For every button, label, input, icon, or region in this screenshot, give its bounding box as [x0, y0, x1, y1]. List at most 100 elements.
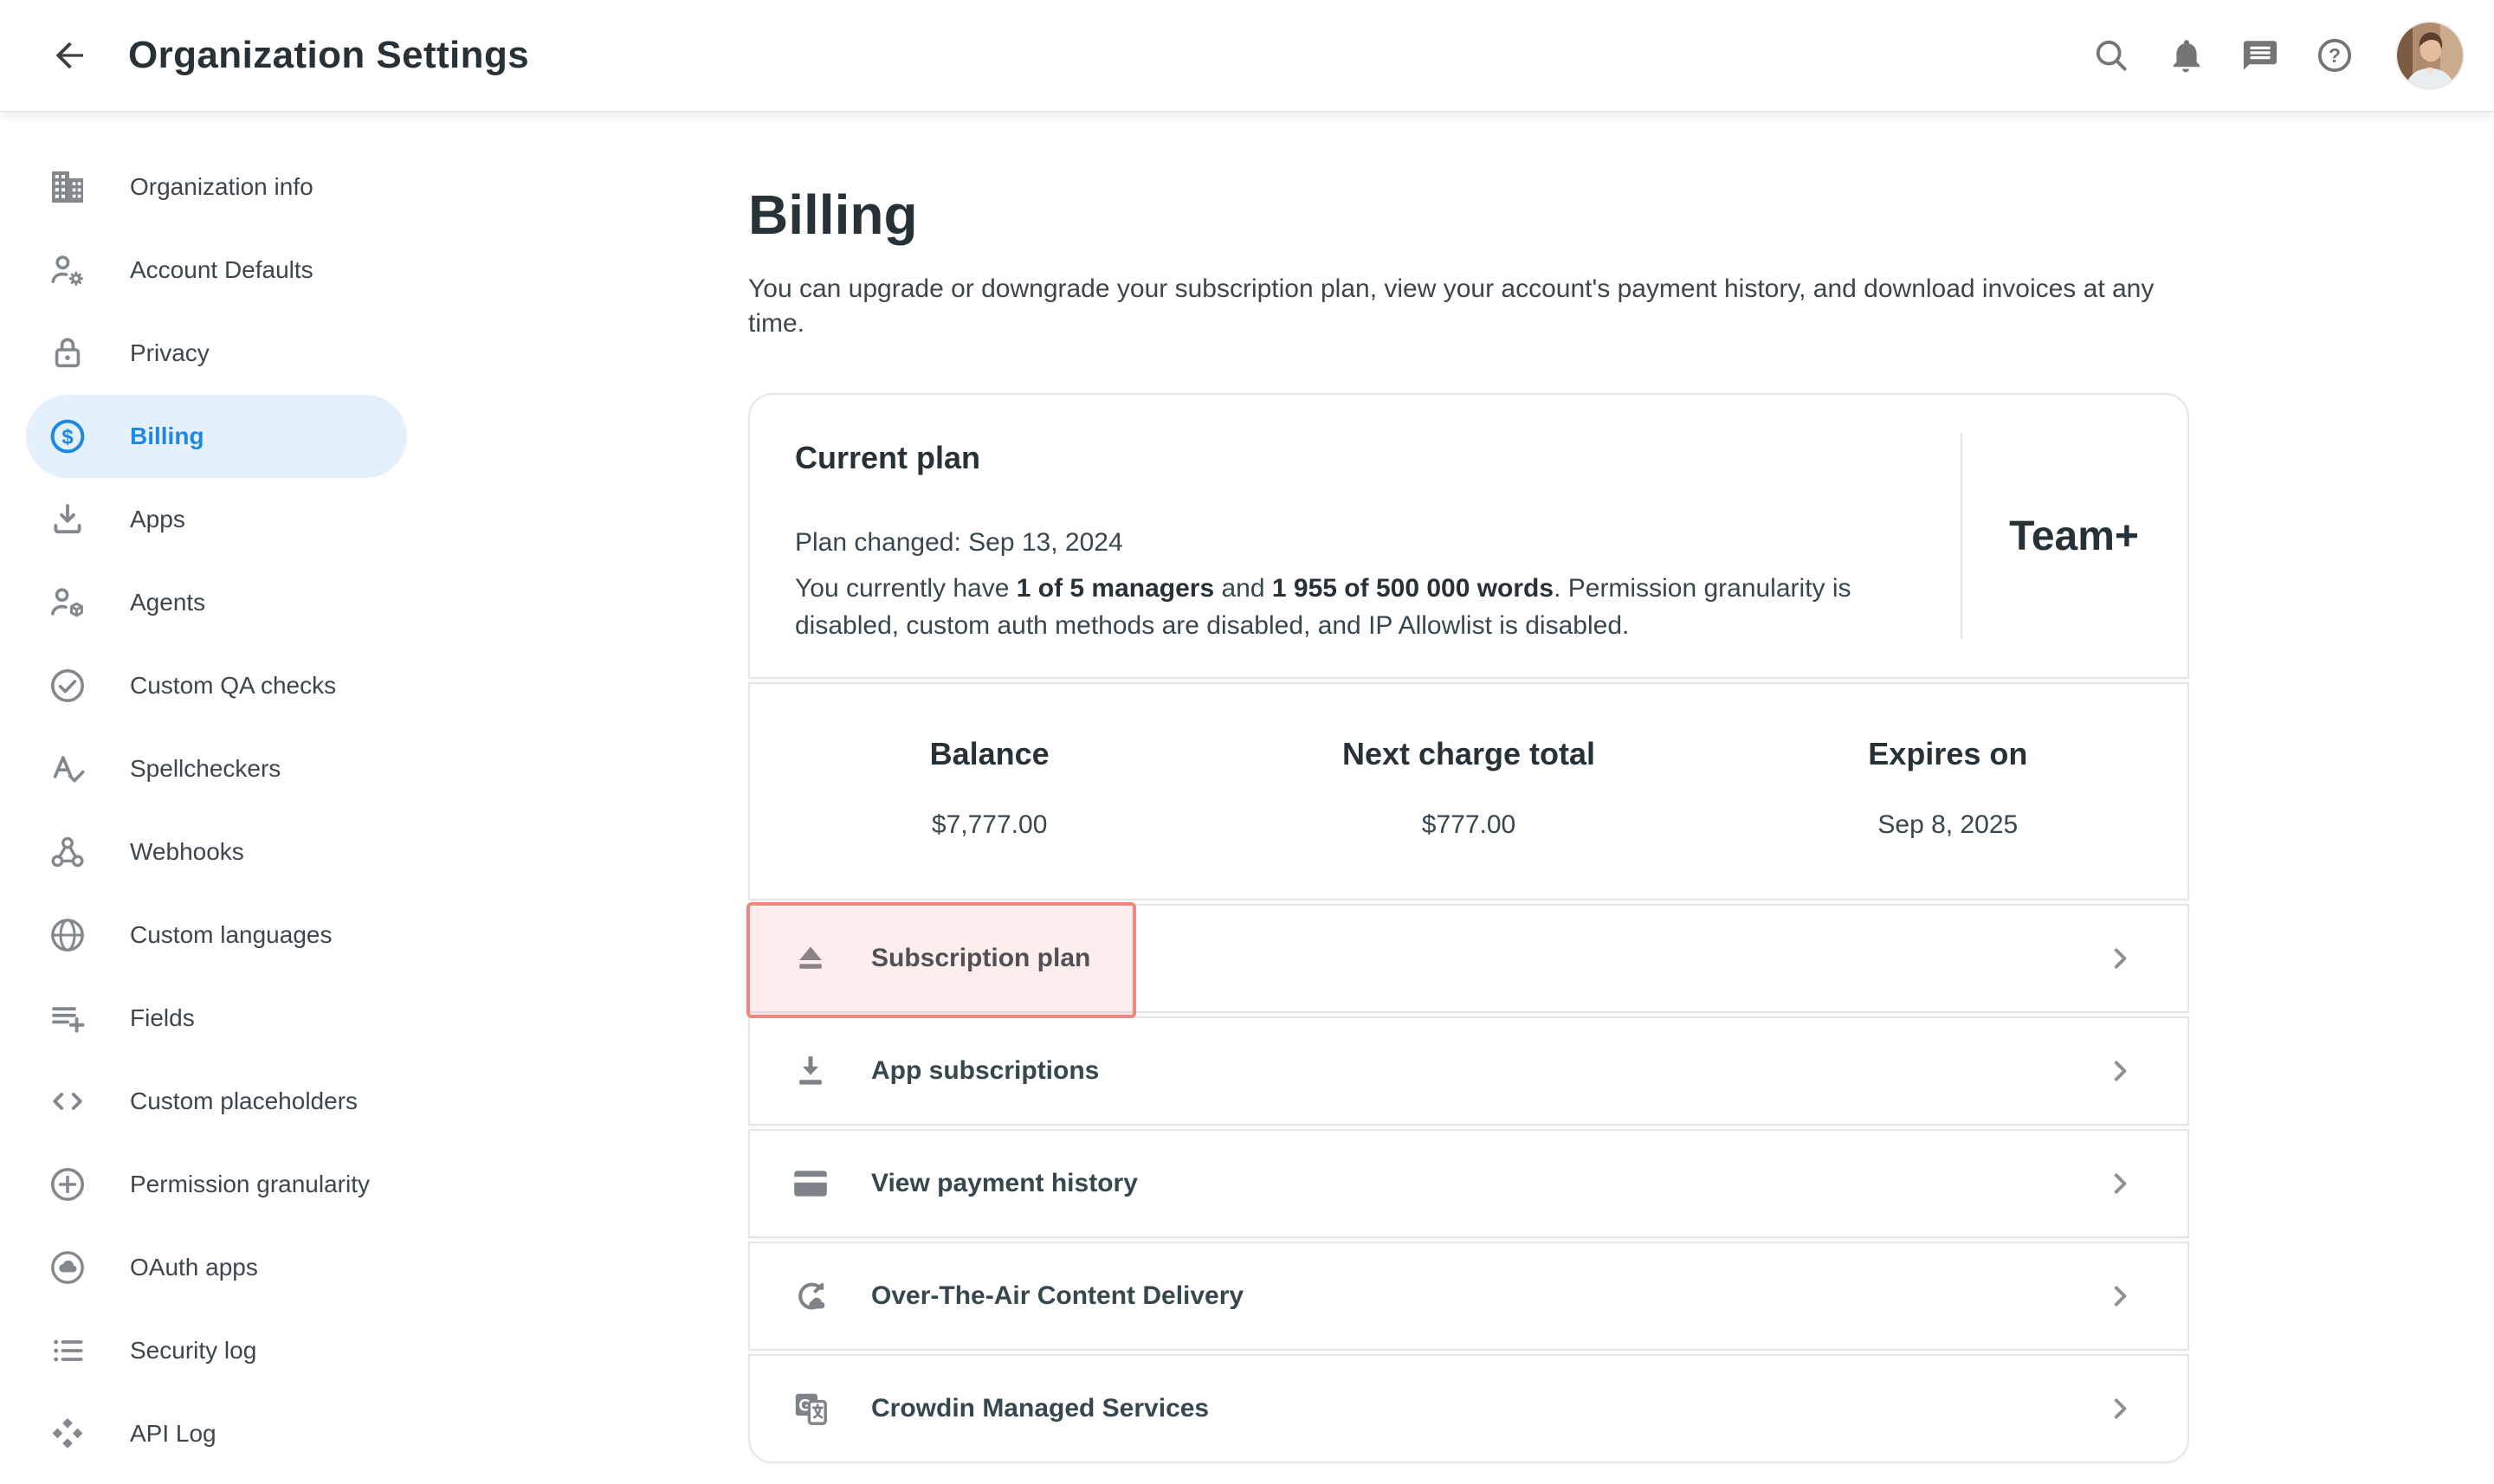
code-icon [47, 1081, 88, 1122]
lock-icon [47, 332, 88, 374]
translate-icon: G [790, 1388, 831, 1429]
sidebar-item-api-log[interactable]: API Log [26, 1392, 407, 1475]
current-plan-title: Current plan [795, 440, 1928, 476]
usage-conjunction: and [1214, 574, 1272, 603]
help-icon[interactable]: ? [2314, 35, 2355, 76]
cloud-circle-icon [47, 1247, 88, 1288]
back-arrow-icon[interactable] [48, 35, 90, 76]
managers-usage: 1 of 5 managers [1017, 574, 1214, 603]
row-label: Over-The-Air Content Delivery [871, 1281, 1244, 1311]
sidebar-item-label: Privacy [130, 339, 210, 367]
balance-label: Balance [930, 736, 1050, 772]
sidebar-item-label: Webhooks [130, 838, 244, 866]
list-icon [47, 1330, 88, 1371]
credit-card-icon [790, 1163, 831, 1204]
sidebar-item-security-log[interactable]: Security log [26, 1309, 407, 1392]
sidebar-item-label: Billing [130, 423, 204, 450]
sidebar-item-permission-granularity[interactable]: Permission granularity [26, 1143, 407, 1226]
playlist-add-icon [47, 997, 88, 1039]
sidebar-item-account-defaults[interactable]: Account Defaults [26, 229, 407, 312]
next-charge-value: $777.00 [1422, 810, 1515, 840]
search-icon[interactable] [2090, 35, 2132, 76]
download-icon [47, 499, 88, 540]
sidebar-item-label: Custom placeholders [130, 1087, 358, 1115]
billing-description: You can upgrade or downgrade your subscr… [748, 272, 2189, 341]
chevron-right-icon [2104, 1393, 2135, 1424]
sidebar-item-agents[interactable]: Agents [26, 561, 407, 644]
sidebar-item-spellcheckers[interactable]: Spellcheckers [26, 727, 407, 810]
billing-card: Current plan Plan changed: Sep 13, 2024 … [748, 393, 2189, 1463]
sidebar-item-label: Custom languages [130, 921, 332, 949]
crowdin-managed-services-row[interactable]: G Crowdin Managed Services [748, 1354, 2189, 1463]
plan-changed-date: Plan changed: Sep 13, 2024 [795, 528, 1928, 558]
next-charge-column: Next charge total $777.00 [1229, 684, 1708, 899]
sidebar-item-label: Apps [130, 506, 185, 533]
sidebar-item-privacy[interactable]: Privacy [26, 312, 407, 395]
eject-icon [790, 938, 831, 979]
row-label: View payment history [871, 1169, 1138, 1198]
sidebar-item-label: Security log [130, 1337, 256, 1365]
page-title: Organization Settings [128, 34, 529, 77]
balance-value: $7,777.00 [932, 810, 1047, 840]
chevron-right-icon [2104, 1055, 2135, 1087]
chevron-right-icon [2104, 943, 2135, 974]
sidebar-item-label: API Log [130, 1420, 216, 1448]
cloud-sync-icon [790, 1275, 831, 1317]
sidebar-item-custom-languages[interactable]: Custom languages [26, 894, 407, 977]
sidebar-item-label: Account Defaults [130, 256, 313, 284]
chevron-right-icon [2104, 1281, 2135, 1312]
sidebar-item-organization-info[interactable]: Organization info [26, 145, 407, 229]
sidebar-item-apps[interactable]: Apps [26, 478, 407, 561]
expires-label: Expires on [1868, 736, 2027, 772]
sidebar-item-custom-placeholders[interactable]: Custom placeholders [26, 1060, 407, 1143]
sidebar-item-billing[interactable]: $ Billing [26, 395, 407, 478]
sidebar-item-label: Permission granularity [130, 1171, 370, 1198]
webhook-icon [47, 831, 88, 873]
spellcheck-icon [47, 748, 88, 790]
expires-column: Expires on Sep 8, 2025 [1709, 684, 2187, 899]
billing-heading: Billing [748, 182, 2189, 248]
sidebar-item-webhooks[interactable]: Webhooks [26, 810, 407, 894]
dollar-circle-icon: $ [47, 416, 88, 457]
notifications-bell-icon[interactable] [2165, 35, 2206, 76]
agent-cube-icon [47, 582, 88, 623]
diamonds-icon [47, 1413, 88, 1455]
row-label: Subscription plan [871, 944, 1090, 973]
globe-icon [47, 914, 88, 956]
messages-chat-icon[interactable] [2239, 35, 2281, 76]
building-icon [47, 166, 88, 208]
balance-column: Balance $7,777.00 [750, 684, 1229, 899]
usage-prefix: You currently have [795, 574, 1017, 603]
next-charge-label: Next charge total [1342, 736, 1595, 772]
chevron-right-icon [2104, 1168, 2135, 1199]
app-subscriptions-row[interactable]: App subscriptions [748, 1016, 2189, 1126]
check-circle-icon [47, 665, 88, 707]
svg-text:?: ? [2329, 44, 2341, 67]
top-bar: Organization Settings ? [0, 0, 2494, 111]
account-gear-icon [47, 249, 88, 291]
words-usage: 1 955 of 500 000 words [1272, 574, 1554, 603]
billing-summary-section: Balance $7,777.00 Next charge total $777… [748, 682, 2189, 900]
sidebar-item-label: Fields [130, 1004, 195, 1032]
current-plan-section: Current plan Plan changed: Sep 13, 2024 … [748, 393, 2189, 679]
sidebar-item-label: Agents [130, 589, 205, 616]
payment-history-row[interactable]: View payment history [748, 1129, 2189, 1238]
plan-usage-text: You currently have 1 of 5 managers and 1… [795, 570, 1928, 644]
sidebar-item-label: OAuth apps [130, 1254, 258, 1281]
settings-sidebar: Organization info Account Defaults Priva… [0, 111, 748, 1475]
download-tray-icon [790, 1050, 831, 1092]
plus-circle-icon [47, 1164, 88, 1205]
expires-value: Sep 8, 2025 [1877, 810, 2018, 840]
user-avatar[interactable] [2397, 23, 2463, 88]
row-label: App subscriptions [871, 1056, 1099, 1086]
sidebar-item-label: Organization info [130, 173, 313, 201]
row-label: Crowdin Managed Services [871, 1394, 1209, 1423]
sidebar-item-label: Spellcheckers [130, 755, 281, 783]
ota-content-delivery-row[interactable]: Over-The-Air Content Delivery [748, 1242, 2189, 1351]
subscription-plan-row[interactable]: Subscription plan [748, 904, 2189, 1013]
sidebar-item-custom-qa-checks[interactable]: Custom QA checks [26, 644, 407, 727]
organization-settings-page: Organization Settings ? [0, 0, 2494, 1484]
sidebar-item-fields[interactable]: Fields [26, 977, 407, 1060]
top-actions: ? [2090, 23, 2463, 88]
sidebar-item-oauth-apps[interactable]: OAuth apps [26, 1226, 407, 1309]
